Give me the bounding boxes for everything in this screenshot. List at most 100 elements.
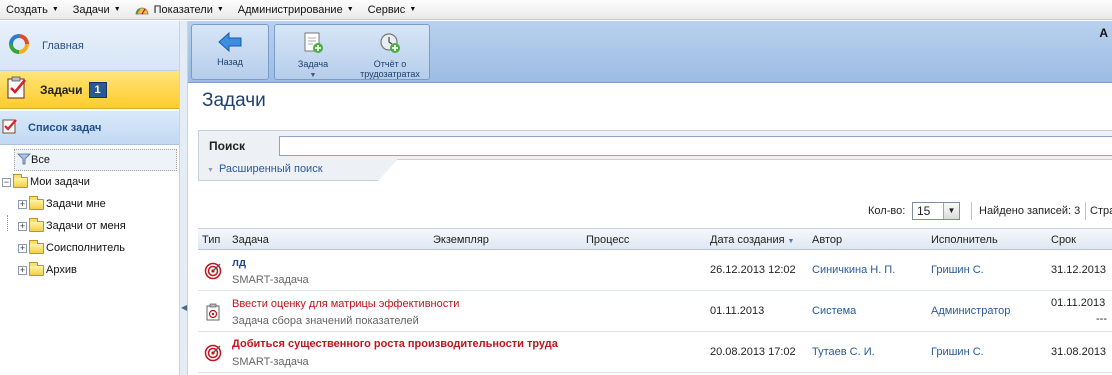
menu-administration[interactable]: Администрирование ▼ bbox=[232, 0, 362, 20]
sidebar-item-task-list[interactable]: Список задач bbox=[0, 111, 179, 145]
sidebar: Главная Задачи 1 Список задач Все − Мои … bbox=[0, 21, 180, 375]
table-row[interactable]: лд SMART-задача 26.12.2013 12:02 Синички… bbox=[198, 251, 1112, 291]
tree-item-label: Мои задачи bbox=[30, 176, 90, 188]
sidebar-item-tasks[interactable]: Задачи 1 bbox=[0, 71, 179, 109]
expand-toggle-icon[interactable]: + bbox=[18, 265, 27, 275]
task-type-label: SMART-задача bbox=[232, 274, 309, 286]
author-link[interactable]: Тутаев С. И. bbox=[812, 346, 875, 358]
column-header-deadline[interactable]: Срок bbox=[1051, 234, 1076, 246]
assignee-link[interactable]: Администратор bbox=[931, 305, 1010, 317]
triangle-down-icon: ▼ bbox=[207, 167, 214, 174]
search-panel: Поиск ▼ Расширенный поиск bbox=[198, 130, 1112, 185]
caret-down-icon: ▼ bbox=[216, 6, 224, 13]
task-title-link[interactable]: Ввести оценку для матрицы эффективности bbox=[232, 298, 459, 310]
tree-item-coexecutor[interactable]: + Соисполнитель bbox=[0, 237, 179, 259]
collapse-toggle-icon[interactable]: − bbox=[2, 177, 11, 187]
menu-indicators-label: Показатели bbox=[153, 3, 213, 16]
deadline-date: 31.08.2013 bbox=[1051, 346, 1107, 358]
filter-icon bbox=[17, 153, 31, 168]
task-list-icon bbox=[2, 118, 18, 137]
tree-item-tasks-from-me[interactable]: + Задачи от меня bbox=[0, 215, 179, 237]
deadline-extra: --- bbox=[1096, 313, 1107, 325]
divider bbox=[971, 202, 972, 220]
effort-report-label-1: Отчёт о bbox=[373, 59, 407, 69]
page-size-value: 15 bbox=[917, 204, 931, 218]
task-type-label: SMART-задача bbox=[232, 356, 309, 368]
author-link[interactable]: Синичкина Н. П. bbox=[812, 264, 895, 276]
toolbar-group: Задача ▼ Отчёт о трудозатратах bbox=[274, 24, 430, 80]
column-header-type[interactable]: Тип bbox=[202, 234, 220, 246]
column-header-assignee[interactable]: Исполнитель bbox=[931, 234, 998, 246]
sort-desc-icon: ▼ bbox=[787, 238, 795, 245]
menu-service[interactable]: Сервис ▼ bbox=[362, 0, 425, 20]
task-title-link[interactable]: лд bbox=[232, 257, 246, 269]
task-title-link[interactable]: Добиться существенного роста производите… bbox=[232, 338, 558, 350]
tree-item-my-tasks[interactable]: − Мои задачи bbox=[0, 171, 179, 193]
sidebar-collapse-strip[interactable]: ◀ bbox=[180, 21, 188, 375]
expand-toggle-icon[interactable]: + bbox=[18, 221, 27, 231]
back-button[interactable]: Назад bbox=[191, 24, 269, 80]
folder-icon bbox=[13, 173, 28, 188]
user-initial: А bbox=[1099, 26, 1108, 40]
toolbar: Назад Задача ▼ Отчёт о трудозатратах А bbox=[188, 21, 1112, 83]
search-input[interactable] bbox=[279, 136, 1112, 156]
menu-administration-label: Администрирование bbox=[237, 3, 343, 16]
menu-bar: Создать ▼ Задачи ▼ Показатели ▼ Администрир… bbox=[0, 0, 1112, 20]
tree-item-label: Архив bbox=[46, 264, 77, 276]
arrow-left-icon bbox=[193, 31, 267, 55]
clipboard-icon bbox=[204, 303, 222, 321]
tree-item-all[interactable]: Все bbox=[14, 149, 177, 171]
expand-toggle-icon[interactable]: + bbox=[18, 243, 27, 253]
task-type-label: Задача сбора значений показателей bbox=[232, 315, 419, 327]
folder-icon bbox=[29, 261, 44, 276]
menu-create-label: Создать bbox=[6, 3, 48, 16]
page-label: Стра bbox=[1090, 205, 1112, 217]
tree-item-archive[interactable]: + Архив bbox=[0, 259, 179, 281]
column-header-created[interactable]: Дата создания ▼ bbox=[710, 234, 794, 246]
advanced-search-tab[interactable]: ▼ Расширенный поиск bbox=[198, 159, 398, 181]
grid-header: Тип Задача Экземпляр Процесс Дата создан… bbox=[198, 228, 1112, 250]
expand-toggle-icon[interactable]: + bbox=[18, 199, 27, 209]
created-date: 01.11.2013 bbox=[710, 305, 765, 317]
folder-icon bbox=[29, 195, 44, 210]
author-link[interactable]: Система bbox=[812, 305, 856, 317]
column-header-process[interactable]: Процесс bbox=[586, 234, 629, 246]
new-task-label: Задача bbox=[297, 59, 329, 69]
caret-down-icon: ▼ bbox=[346, 6, 354, 13]
table-row[interactable]: Добиться существенного роста производите… bbox=[198, 333, 1112, 373]
sidebar-item-label: Главная bbox=[42, 39, 84, 52]
folder-icon bbox=[29, 239, 44, 254]
assignee-link[interactable]: Гришин С. bbox=[931, 264, 984, 276]
assignee-link[interactable]: Гришин С. bbox=[931, 346, 984, 358]
menu-tasks[interactable]: Задачи ▼ bbox=[67, 0, 129, 20]
sidebar-item-label: Задачи bbox=[40, 82, 83, 97]
effort-report-label-2: трудозатратах bbox=[360, 69, 420, 79]
tree-item-label: Все bbox=[31, 154, 50, 166]
new-task-button[interactable]: Задача ▼ bbox=[276, 28, 350, 82]
tree-item-label: Задачи мне bbox=[46, 198, 106, 210]
column-header-task[interactable]: Задача bbox=[232, 234, 269, 246]
menu-create[interactable]: Создать ▼ bbox=[0, 0, 67, 20]
menu-indicators[interactable]: Показатели ▼ bbox=[129, 0, 232, 20]
main-content: Задачи Поиск ▼ Расширенный поиск Кол-во: … bbox=[188, 84, 1112, 375]
table-row[interactable]: Ввести оценку для матрицы эффективности … bbox=[198, 292, 1112, 332]
deadline-date: 31.12.2013 bbox=[1051, 264, 1107, 276]
dropdown-arrow-icon[interactable]: ▼ bbox=[943, 203, 959, 219]
caret-down-icon: ▼ bbox=[51, 6, 59, 13]
page-size-select[interactable]: 15 ▼ bbox=[912, 202, 960, 220]
back-button-label: Назад bbox=[217, 57, 243, 67]
effort-report-button[interactable]: Отчёт о трудозатратах bbox=[353, 28, 427, 82]
sidebar-item-label: Список задач bbox=[28, 121, 102, 134]
search-label: Поиск bbox=[209, 139, 246, 153]
target-icon bbox=[204, 344, 222, 362]
tree-item-tasks-to-me[interactable]: + Задачи мне bbox=[0, 193, 179, 215]
created-date: 20.08.2013 17:02 bbox=[710, 346, 796, 358]
tasks-count-badge: 1 bbox=[88, 81, 107, 98]
created-date: 26.12.2013 12:02 bbox=[710, 264, 796, 276]
divider bbox=[1085, 202, 1086, 220]
collapse-left-icon[interactable]: ◀ bbox=[181, 303, 187, 312]
column-header-instance[interactable]: Экземпляр bbox=[433, 234, 489, 246]
advanced-search-link[interactable]: ▼ Расширенный поиск bbox=[207, 163, 323, 175]
sidebar-item-home[interactable]: Главная bbox=[0, 21, 179, 71]
column-header-author[interactable]: Автор bbox=[812, 234, 842, 246]
